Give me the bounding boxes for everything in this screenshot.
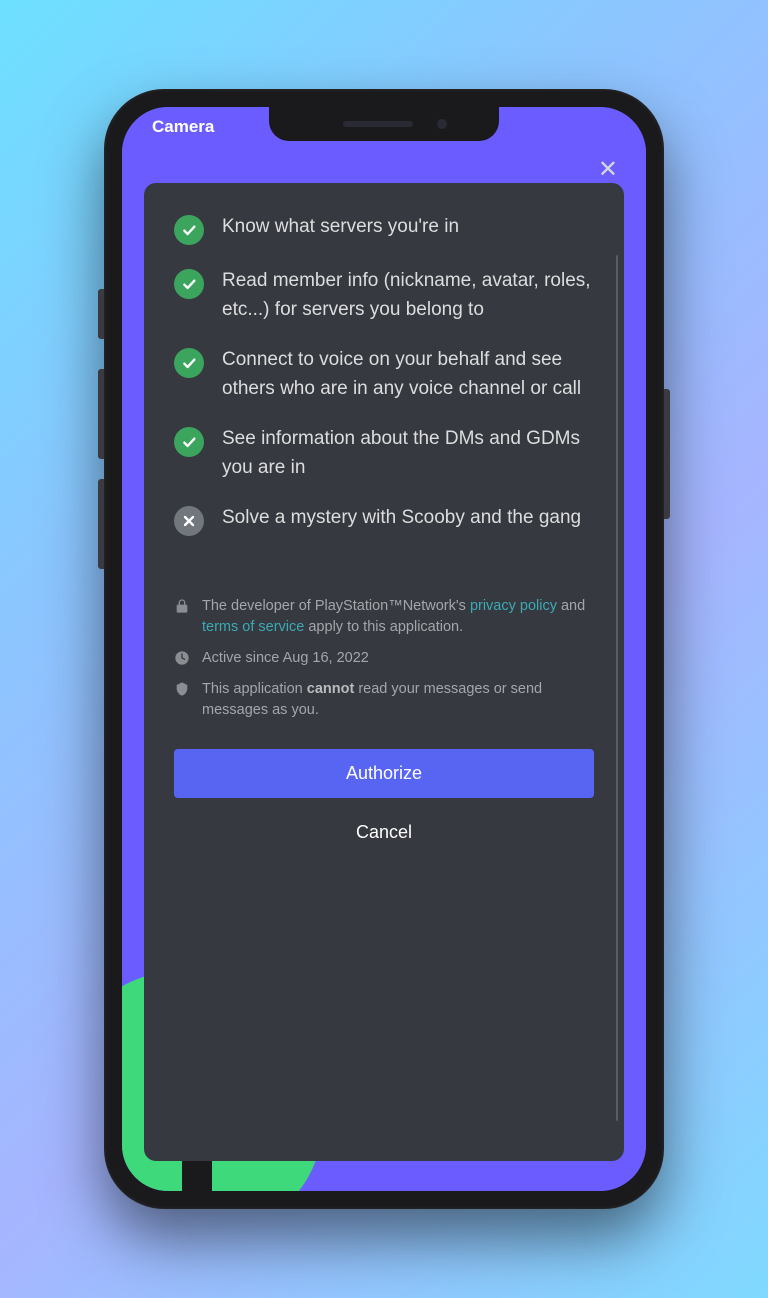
- privacy-policy-link[interactable]: privacy policy: [470, 598, 557, 614]
- close-icon[interactable]: ✕: [598, 155, 618, 184]
- info-row-security: This application cannot read your messag…: [174, 679, 594, 721]
- scrollbar[interactable]: [616, 255, 618, 1121]
- lock-icon: [174, 598, 190, 614]
- phone-notch: [269, 107, 499, 141]
- permission-item: Connect to voice on your behalf and see …: [174, 346, 594, 403]
- check-icon: [174, 427, 204, 457]
- permission-text: Connect to voice on your behalf and see …: [222, 346, 594, 403]
- footer-info: The developer of PlayStation™Network's p…: [174, 588, 594, 731]
- permission-text: See information about the DMs and GDMs y…: [222, 425, 594, 482]
- phone-side-button: [98, 479, 104, 569]
- permission-text: Read member info (nickname, avatar, role…: [222, 267, 594, 324]
- active-text: Active since Aug 16, 2022: [202, 648, 594, 669]
- policy-prefix: The developer of PlayStation™Network's: [202, 598, 470, 614]
- security-prefix: This application: [202, 681, 307, 697]
- policy-mid: and: [557, 598, 585, 614]
- policy-suffix: apply to this application.: [304, 619, 463, 635]
- authorize-modal: Know what servers you're in Read member …: [144, 183, 624, 1161]
- permission-list: Know what servers you're in Read member …: [174, 213, 594, 558]
- permission-text: Know what servers you're in: [222, 213, 594, 242]
- shield-icon: [174, 681, 190, 697]
- check-icon: [174, 269, 204, 299]
- header-title: Camera: [152, 117, 214, 137]
- info-row-policy: The developer of PlayStation™Network's p…: [174, 596, 594, 638]
- check-icon: [174, 215, 204, 245]
- terms-of-service-link[interactable]: terms of service: [202, 619, 304, 635]
- phone-screen: Camera ✕ Know what servers you're in Rea…: [122, 107, 646, 1191]
- phone-frame: Camera ✕ Know what servers you're in Rea…: [104, 89, 664, 1209]
- x-icon: [174, 506, 204, 536]
- clock-icon: [174, 650, 190, 666]
- info-row-active: Active since Aug 16, 2022: [174, 648, 594, 669]
- permission-text: Solve a mystery with Scooby and the gang: [222, 504, 594, 533]
- authorize-button[interactable]: Authorize: [174, 749, 594, 798]
- permission-item: Read member info (nickname, avatar, role…: [174, 267, 594, 324]
- security-text: This application cannot read your messag…: [202, 679, 594, 721]
- permission-item: Know what servers you're in: [174, 213, 594, 245]
- button-group: Authorize Cancel: [174, 749, 594, 857]
- phone-side-button: [98, 289, 104, 339]
- phone-side-button: [664, 389, 670, 519]
- permission-item: See information about the DMs and GDMs y…: [174, 425, 594, 482]
- phone-side-button: [98, 369, 104, 459]
- policy-text: The developer of PlayStation™Network's p…: [202, 596, 594, 638]
- cancel-button[interactable]: Cancel: [174, 808, 594, 857]
- permission-item: Solve a mystery with Scooby and the gang: [174, 504, 594, 536]
- check-icon: [174, 348, 204, 378]
- security-strong: cannot: [307, 681, 355, 697]
